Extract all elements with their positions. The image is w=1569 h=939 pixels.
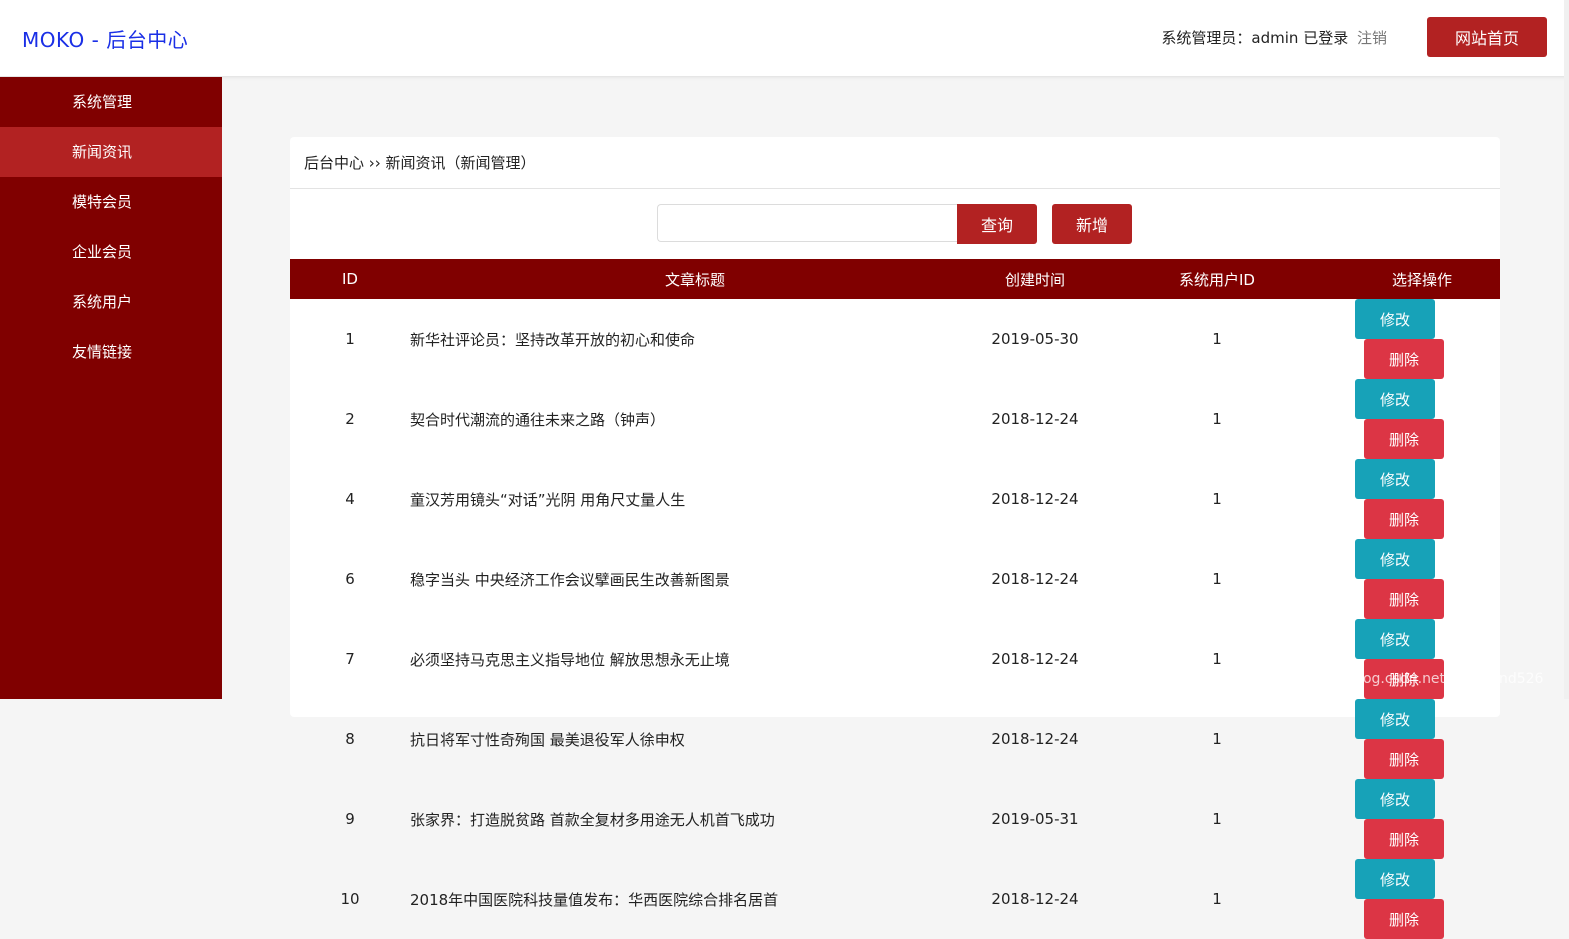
cell-actions: 修改删除 bbox=[1344, 699, 1500, 779]
cell-id: 6 bbox=[345, 570, 355, 588]
sidebar-item-system-management[interactable]: 系统管理 bbox=[0, 77, 222, 127]
sidebar-item-system-users[interactable]: 系统用户 bbox=[0, 277, 222, 327]
breadcrumb: 后台中心 ›› 新闻资讯（新闻管理） bbox=[290, 137, 1500, 189]
logo: MOKO - 后台中心 bbox=[22, 28, 189, 52]
cell-created: 2018-12-24 bbox=[991, 410, 1079, 428]
cell-title: 2018年中国医院科技量值发布：华西医院综合排名居首 bbox=[410, 890, 779, 909]
cell-user-id: 1 bbox=[1212, 410, 1222, 428]
table-row: 6 稳字当头 中央经济工作会议擘画民生改善新图景 2018-12-24 1 修改删除 bbox=[290, 539, 1500, 619]
column-header-id: ID bbox=[342, 270, 358, 288]
cell-actions: 修改删除 bbox=[1344, 539, 1500, 619]
delete-button[interactable]: 删除 bbox=[1364, 419, 1444, 459]
cell-created: 2018-12-24 bbox=[991, 730, 1079, 748]
cell-id: 1 bbox=[345, 330, 355, 348]
news-table: ID 文章标题 创建时间 系统用户ID 选择操作 1 新华社评论员：坚持改革开放的… bbox=[290, 259, 1500, 939]
cell-title: 抗日将军寸性奇殉国 最美退役军人徐申权 bbox=[410, 730, 685, 749]
cell-actions: 修改删除 bbox=[1344, 299, 1500, 379]
edit-button[interactable]: 修改 bbox=[1355, 619, 1435, 659]
login-status: 系统管理员：admin 已登录 bbox=[1161, 29, 1349, 47]
cell-user-id: 1 bbox=[1212, 810, 1222, 828]
cell-user-id: 1 bbox=[1212, 650, 1222, 668]
delete-button[interactable]: 删除 bbox=[1364, 499, 1444, 539]
delete-button[interactable]: 删除 bbox=[1364, 579, 1444, 619]
cell-id: 4 bbox=[345, 490, 355, 508]
page-scrollbar[interactable] bbox=[1564, 0, 1569, 699]
column-header-created: 创建时间 bbox=[1004, 270, 1065, 289]
edit-button[interactable]: 修改 bbox=[1355, 459, 1435, 499]
cell-title: 新华社评论员：坚持改革开放的初心和使命 bbox=[410, 330, 696, 349]
website-home-button[interactable]: 网站首页 bbox=[1427, 17, 1547, 57]
table-row: 9 张家界：打造脱贫路 首款全复材多用途无人机首飞成功 2019-05-31 1 修改删… bbox=[290, 779, 1500, 859]
column-header-user-id: 系统用户ID bbox=[1179, 270, 1255, 289]
cell-id: 10 bbox=[340, 890, 360, 908]
delete-button[interactable]: 删除 bbox=[1364, 659, 1444, 699]
cell-user-id: 1 bbox=[1212, 330, 1222, 348]
cell-id: 9 bbox=[345, 810, 355, 828]
edit-button[interactable]: 修改 bbox=[1355, 379, 1435, 419]
sidebar-item-model-members[interactable]: 模特会员 bbox=[0, 177, 222, 227]
cell-created: 2018-12-24 bbox=[991, 570, 1079, 588]
delete-button[interactable]: 删除 bbox=[1364, 339, 1444, 379]
cell-title: 必须坚持马克思主义指导地位 解放思想永无止境 bbox=[410, 650, 730, 669]
delete-button[interactable]: 删除 bbox=[1364, 819, 1444, 859]
cell-actions: 修改删除 bbox=[1344, 859, 1500, 939]
table-row: 10 2018年中国医院科技量值发布：华西医院综合排名居首 2018-12-24 1 修… bbox=[290, 859, 1500, 939]
cell-id: 8 bbox=[345, 730, 355, 748]
cell-created: 2018-12-24 bbox=[991, 490, 1079, 508]
sidebar: 系统管理 新闻资讯 模特会员 企业会员 系统用户 友情链接 bbox=[0, 77, 222, 699]
sidebar-item-news[interactable]: 新闻资讯 bbox=[0, 127, 222, 177]
cell-actions: 修改删除 bbox=[1344, 379, 1500, 459]
edit-button[interactable]: 修改 bbox=[1355, 779, 1435, 819]
cell-created: 2018-12-24 bbox=[991, 650, 1079, 668]
cell-user-id: 1 bbox=[1212, 890, 1222, 908]
cell-actions: 修改删除 bbox=[1344, 779, 1500, 859]
cell-title: 稳字当头 中央经济工作会议擘画民生改善新图景 bbox=[410, 570, 730, 589]
table-body: 1 新华社评论员：坚持改革开放的初心和使命 2019-05-30 1 修改删除 2 契合时代… bbox=[290, 299, 1500, 939]
cell-created: 2019-05-31 bbox=[991, 810, 1079, 828]
content-panel: 后台中心 ›› 新闻资讯（新闻管理） 查询 新增 ID 文章标题 创建时间 系统… bbox=[290, 137, 1500, 939]
cell-id: 2 bbox=[345, 410, 355, 428]
edit-button[interactable]: 修改 bbox=[1355, 539, 1435, 579]
edit-button[interactable]: 修改 bbox=[1355, 699, 1435, 739]
add-button[interactable]: 新增 bbox=[1052, 204, 1132, 244]
user-info: 系统管理员：admin 已登录 注销 bbox=[1161, 27, 1387, 48]
table-row: 8 抗日将军寸性奇殉国 最美退役军人徐申权 2018-12-24 1 修改删除 bbox=[290, 699, 1500, 779]
column-header-title: 文章标题 bbox=[664, 270, 725, 289]
table-row: 7 必须坚持马克思主义指导地位 解放思想永无止境 2018-12-24 1 修改删除 bbox=[290, 619, 1500, 699]
sidebar-item-enterprise-members[interactable]: 企业会员 bbox=[0, 227, 222, 277]
query-button[interactable]: 查询 bbox=[957, 204, 1037, 244]
cell-user-id: 1 bbox=[1212, 570, 1222, 588]
column-header-actions: 选择操作 bbox=[1391, 270, 1452, 289]
cell-user-id: 1 bbox=[1212, 730, 1222, 748]
cell-title: 契合时代潮流的通往未来之路（钟声） bbox=[410, 410, 666, 429]
cell-user-id: 1 bbox=[1212, 490, 1222, 508]
table-row: 4 童汉芳用镜头“对话”光阴 用角尺丈量人生 2018-12-24 1 修改删除 bbox=[290, 459, 1500, 539]
delete-button[interactable]: 删除 bbox=[1364, 899, 1444, 939]
sidebar-item-friend-links[interactable]: 友情链接 bbox=[0, 327, 222, 377]
cell-id: 7 bbox=[345, 650, 355, 668]
delete-button[interactable]: 删除 bbox=[1364, 739, 1444, 779]
cell-title: 童汉芳用镜头“对话”光阴 用角尺丈量人生 bbox=[410, 490, 686, 509]
table-row: 1 新华社评论员：坚持改革开放的初心和使命 2019-05-30 1 修改删除 bbox=[290, 299, 1500, 379]
search-input[interactable] bbox=[657, 204, 957, 242]
cell-actions: 修改删除 bbox=[1344, 619, 1500, 699]
table-header-row: ID 文章标题 创建时间 系统用户ID 选择操作 bbox=[290, 259, 1500, 299]
cell-title: 张家界：打造脱贫路 首款全复材多用途无人机首飞成功 bbox=[410, 810, 775, 829]
cell-created: 2018-12-24 bbox=[991, 890, 1079, 908]
table-row: 2 契合时代潮流的通往未来之路（钟声） 2018-12-24 1 修改删除 bbox=[290, 379, 1500, 459]
cell-actions: 修改删除 bbox=[1344, 459, 1500, 539]
top-header: MOKO - 后台中心 系统管理员：admin 已登录 注销 网站首页 bbox=[0, 0, 1569, 77]
edit-button[interactable]: 修改 bbox=[1355, 859, 1435, 899]
edit-button[interactable]: 修改 bbox=[1355, 299, 1435, 339]
logout-link[interactable]: 注销 bbox=[1357, 29, 1387, 47]
cell-created: 2019-05-30 bbox=[991, 330, 1079, 348]
